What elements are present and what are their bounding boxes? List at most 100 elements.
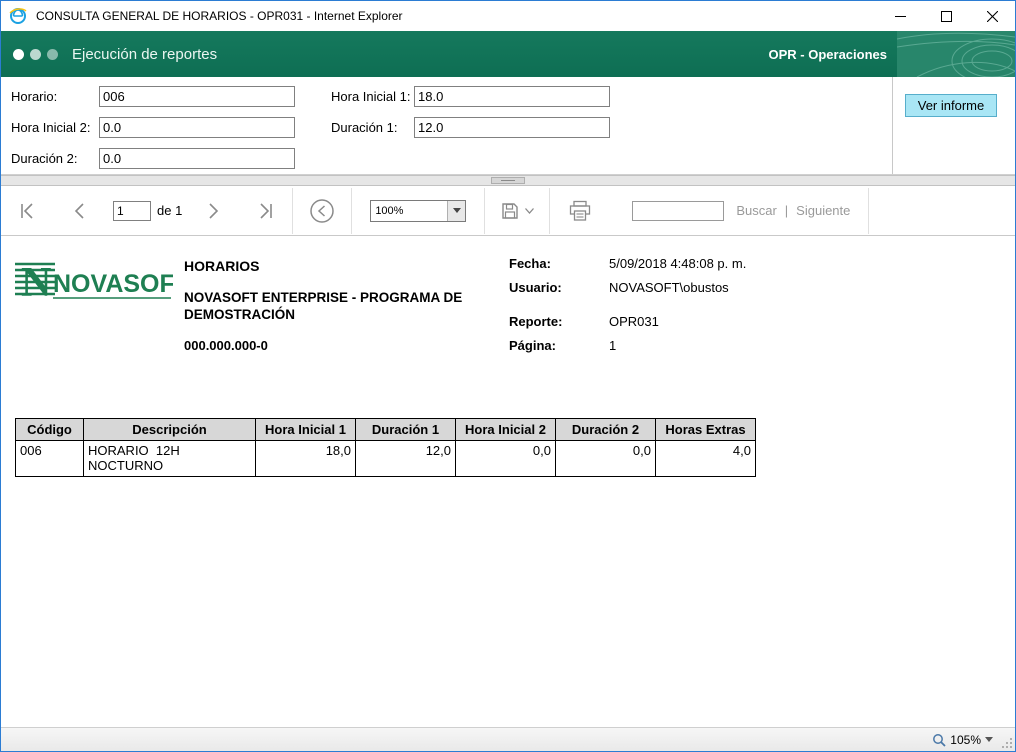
last-page-button[interactable] [240, 188, 292, 234]
dot-icon [30, 48, 41, 60]
report-title: HORARIOS [184, 258, 260, 274]
logo-text: NOVASOFT [53, 270, 173, 298]
page-number-input[interactable] [113, 200, 151, 221]
col-header-hora-inicial-2: Hora Inicial 2 [455, 418, 556, 441]
minimize-icon [894, 15, 906, 17]
back-button[interactable] [293, 188, 351, 234]
usuario-value: NOVASOFT\obustos [609, 280, 729, 295]
pagina-label: Página: [509, 338, 556, 353]
table-row: 006 HORARIO 12H NOCTURNO 18,0 12,0 0,0 0… [15, 440, 756, 477]
status-bar: 105% [1, 727, 1015, 751]
hora-inicial-2-label: Hora Inicial 2: [11, 120, 91, 135]
cell-hora-inicial-1: 18,0 [255, 440, 356, 477]
cell-descripcion: HORARIO 12H NOCTURNO [83, 440, 256, 477]
first-page-button[interactable] [1, 188, 53, 234]
ver-informe-button[interactable]: Ver informe [905, 94, 997, 117]
next-page-icon [209, 202, 219, 219]
maximize-button[interactable] [923, 1, 969, 31]
parameters-panel: Horario: Hora Inicial 1: Hora Inicial 2:… [1, 77, 1015, 175]
close-icon [986, 10, 998, 22]
parameters-form: Horario: Hora Inicial 1: Hora Inicial 2:… [1, 77, 892, 174]
zoom-value: 100% [375, 204, 404, 217]
col-header-codigo: Código [15, 418, 84, 441]
col-header-horas-extras: Horas Extras [655, 418, 756, 441]
minimize-button[interactable] [877, 1, 923, 31]
maximize-icon [940, 10, 952, 22]
window-title: CONSULTA GENERAL DE HORARIOS - OPR031 - … [36, 9, 403, 23]
col-header-hora-inicial-1: Hora Inicial 1 [255, 418, 356, 441]
close-button[interactable] [969, 1, 1015, 31]
pagina-value: 1 [609, 338, 617, 353]
usuario-label: Usuario: [509, 280, 562, 295]
print-button[interactable] [550, 188, 610, 234]
previous-page-icon [74, 202, 84, 219]
fecha-label: Fecha: [509, 256, 551, 271]
hora-inicial-1-input[interactable] [414, 86, 610, 107]
next-page-button[interactable] [188, 188, 240, 234]
reporte-value: OPR031 [609, 314, 659, 329]
magnifier-icon [933, 733, 946, 747]
meta-reporte: Reporte: OPR031 [509, 314, 929, 329]
window-controls [877, 1, 1015, 31]
zoom-select[interactable]: 100% [370, 199, 467, 222]
splitter-handle-icon[interactable] [491, 177, 525, 184]
zoom-level-label: 105% [950, 732, 981, 747]
hora-inicial-2-input[interactable] [99, 117, 295, 138]
find-next-link[interactable]: Siguiente [796, 203, 850, 218]
cell-codigo: 006 [15, 440, 84, 477]
novasoft-logo: N NOVASOFT [15, 256, 190, 313]
fecha-value: 5/09/2018 4:48:08 p. m. [609, 256, 747, 271]
save-icon [502, 202, 519, 219]
col-header-duracion-2: Duración 2 [555, 418, 656, 441]
report-viewer: N NOVASOFT HORARIOS NOVASOFT ENTERPRISE … [1, 236, 1015, 727]
company-nit: 000.000.000-0 [184, 337, 268, 353]
cell-hora-inicial-2: 0,0 [455, 440, 556, 477]
meta-usuario: Usuario: NOVASOFT\obustos [509, 280, 929, 295]
search-input[interactable] [632, 200, 725, 221]
previous-page-button[interactable] [53, 188, 105, 234]
dot-icon [47, 48, 58, 60]
back-icon [310, 198, 335, 223]
col-header-duracion-1: Duración 1 [355, 418, 456, 441]
browser-window: CONSULTA GENERAL DE HORARIOS - OPR031 - … [0, 0, 1016, 752]
report-meta: Fecha: 5/09/2018 4:48:08 p. m. Usuario: … [509, 256, 929, 362]
page-count-label: de 1 [157, 203, 183, 218]
duracion-2-label: Duración 2: [11, 151, 78, 166]
resize-grip[interactable] [999, 728, 1015, 751]
cell-horas-extras: 4,0 [655, 440, 756, 477]
splitter[interactable] [1, 175, 1015, 186]
report-actions-panel: Ver informe [892, 77, 1015, 174]
save-button[interactable] [485, 188, 549, 234]
module-label: OPR - Operaciones [768, 46, 887, 62]
chevron-down-icon [525, 207, 535, 214]
report-toolbar: de 1 100% [1, 186, 1015, 236]
find-link[interactable]: Buscar [736, 203, 776, 218]
zoom-status-control[interactable]: 105% [926, 728, 999, 751]
toolbar-divider [868, 187, 870, 234]
cell-duracion-2: 0,0 [555, 440, 656, 477]
first-page-icon [21, 202, 33, 219]
cell-duracion-1: 12,0 [355, 440, 456, 477]
banner-dots [13, 48, 58, 60]
duracion-2-input[interactable] [99, 148, 295, 169]
svg-text:N: N [21, 260, 51, 306]
report-subtitle: NOVASOFT ENTERPRISE - PROGRAMA DE DEMOST… [184, 290, 463, 322]
meta-fecha: Fecha: 5/09/2018 4:48:08 p. m. [509, 256, 929, 271]
duracion-1-label: Duración 1: [331, 120, 398, 135]
duracion-1-input[interactable] [414, 117, 610, 138]
meta-pagina: Página: 1 [509, 338, 929, 353]
resize-grip-icon [1002, 738, 1012, 748]
last-page-icon [260, 202, 273, 219]
horario-input[interactable] [99, 86, 295, 107]
report-titles: HORARIOS NOVASOFT ENTERPRISE - PROGRAMA … [184, 258, 489, 353]
internet-explorer-icon [8, 6, 28, 26]
report-header: N NOVASOFT HORARIOS NOVASOFT ENTERPRISE … [15, 254, 1001, 402]
horarios-table: Código Descripción Hora Inicial 1 Duraci… [15, 418, 756, 477]
title-bar: CONSULTA GENERAL DE HORARIOS - OPR031 - … [1, 1, 1015, 31]
toolbar-divider [351, 187, 353, 234]
app-banner: Ejecución de reportes OPR - Operaciones [1, 31, 1015, 77]
dot-icon [13, 48, 24, 60]
find-separator: | [784, 203, 789, 218]
chevron-down-icon [447, 200, 466, 221]
reporte-label: Reporte: [509, 314, 563, 329]
